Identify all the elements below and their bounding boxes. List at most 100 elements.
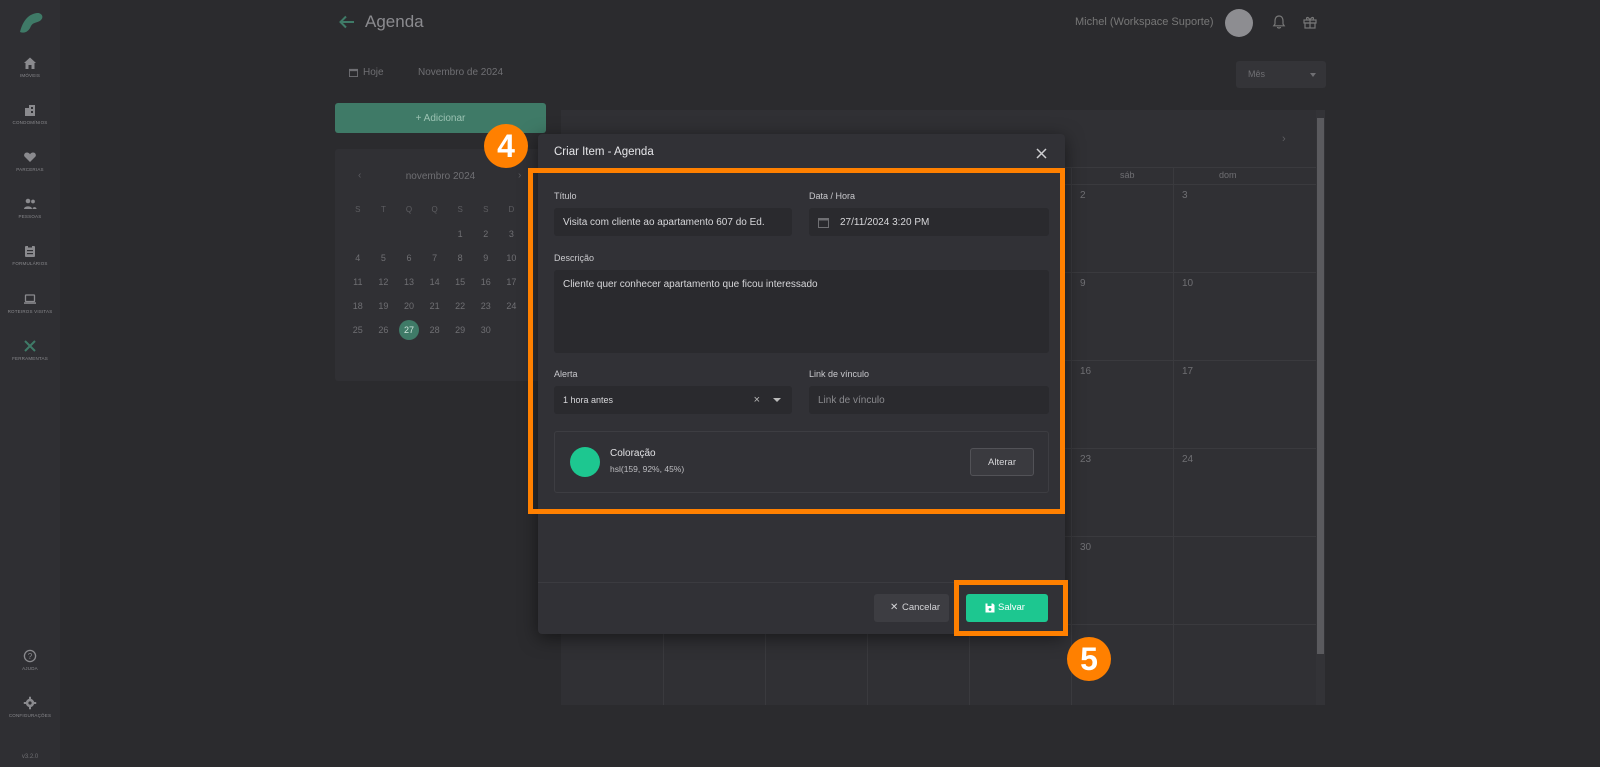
scrollbar[interactable] (1316, 110, 1325, 705)
scrollbar-thumb[interactable] (1317, 118, 1324, 654)
sidebar-item-pessoas[interactable]: Pessoas (0, 197, 60, 219)
mini-calendar-day[interactable]: 15 (447, 273, 473, 297)
mini-calendar-day[interactable]: 16 (473, 273, 499, 297)
mini-calendar-day[interactable]: 10 (499, 249, 525, 273)
mini-calendar-month: novembro 2024 (405, 171, 476, 182)
sidebar: Imóveis Condomínios Parcerias Pessoas Fo… (0, 0, 60, 767)
gear-icon (23, 696, 37, 710)
calendar-day-number[interactable]: 16 (1080, 366, 1091, 377)
highlight-form-area (528, 168, 1065, 514)
sidebar-item-parcerias[interactable]: Parcerias (0, 150, 60, 172)
bell-icon[interactable] (1271, 14, 1287, 30)
svg-text:?: ? (28, 652, 33, 661)
sidebar-item-label: Roteiros Visitas (7, 309, 53, 314)
weekday-header: S (483, 205, 489, 214)
weekday-header: S (457, 205, 463, 214)
mini-calendar-day[interactable]: 9 (473, 249, 499, 273)
page-title: Agenda (365, 12, 424, 31)
calendar-icon (349, 68, 358, 77)
mini-calendar-day[interactable]: 11 (345, 273, 371, 297)
mini-calendar-day[interactable]: 18 (345, 297, 371, 321)
mini-calendar-day[interactable]: 22 (447, 297, 473, 321)
sidebar-item-ajuda[interactable]: ? Ajuda (0, 649, 60, 671)
mini-calendar-empty (371, 225, 397, 249)
mini-calendar-day[interactable]: 24 (499, 297, 525, 321)
mini-calendar-day[interactable]: 12 (371, 273, 397, 297)
form-icon (25, 245, 35, 257)
cancel-label: Cancelar (902, 602, 941, 613)
mini-calendar-empty (499, 321, 525, 345)
mini-calendar-day[interactable]: 29 (447, 321, 473, 345)
step-badge-4: 4 (484, 124, 528, 168)
cancel-button[interactable]: ✕ Cancelar (874, 594, 949, 622)
calendar-day-number[interactable]: 30 (1080, 542, 1091, 553)
sidebar-item-label: Condomínios (12, 120, 48, 125)
chevron-down-icon (1310, 73, 1316, 77)
home-icon (24, 57, 36, 69)
mini-calendar-day[interactable]: 4 (345, 249, 371, 273)
mini-calendar-day[interactable]: 1 (447, 225, 473, 249)
mini-calendar-day[interactable]: 5 (371, 249, 397, 273)
highlight-save-button (954, 580, 1068, 636)
mini-calendar-day[interactable]: 27 (398, 320, 419, 340)
avatar[interactable] (1225, 9, 1253, 37)
sidebar-item-formularios[interactable]: Formulários (0, 244, 60, 266)
chevron-right-icon[interactable]: › (1282, 133, 1286, 145)
mini-calendar-day[interactable]: 14 (422, 273, 448, 297)
step-badge-5: 5 (1067, 637, 1111, 681)
weekday-header: dom (1219, 170, 1237, 180)
mini-calendar-day[interactable]: 23 (473, 297, 499, 321)
help-icon: ? (23, 649, 37, 663)
calendar-day-number[interactable]: 24 (1182, 454, 1193, 465)
chevron-right-icon[interactable]: › (518, 170, 521, 181)
people-icon (24, 198, 37, 209)
sidebar-item-roteiros[interactable]: Roteiros Visitas (0, 292, 60, 314)
mini-calendar-empty (422, 225, 448, 249)
building-icon (25, 105, 35, 116)
mini-calendar-day[interactable]: 3 (499, 225, 525, 249)
mini-calendar-day[interactable]: 30 (473, 321, 499, 345)
gift-icon[interactable] (1302, 14, 1318, 30)
sidebar-item-imoveis[interactable]: Imóveis (0, 56, 60, 78)
sidebar-item-label: Formulários (12, 261, 48, 266)
mini-calendar-day[interactable]: 28 (422, 321, 448, 345)
handshake-icon (24, 152, 36, 162)
sidebar-item-ferramentas[interactable]: Ferramentas (0, 339, 60, 361)
mini-calendar-day[interactable]: 7 (422, 249, 448, 273)
mini-calendar-day[interactable]: 21 (422, 297, 448, 321)
view-select[interactable]: Mês (1236, 61, 1326, 88)
mini-calendar-day[interactable]: 25 (345, 321, 371, 345)
mini-calendar-empty (345, 225, 371, 249)
weekday-header: Q (405, 205, 413, 214)
weekday-header: S (355, 205, 361, 214)
weekday-header: Q (431, 205, 438, 214)
close-icon: ✕ (890, 602, 899, 613)
weekday-header: T (380, 205, 386, 214)
back-arrow-icon[interactable] (338, 13, 356, 31)
mini-calendar-day[interactable]: 19 (371, 297, 397, 321)
calendar-day-number[interactable]: 3 (1182, 190, 1188, 201)
mini-calendar: ‹ novembro 2024 › S T Q Q S S D 1 2 3 4 5 6 7 8 9 10 11 12… (335, 149, 546, 381)
weekday-header: D (508, 205, 515, 214)
calendar-day-number[interactable]: 17 (1182, 366, 1193, 377)
mini-calendar-day[interactable]: 6 (396, 249, 422, 273)
calendar-day-number[interactable]: 2 (1080, 190, 1086, 201)
sidebar-item-configuracoes[interactable]: Configurações (0, 696, 60, 718)
calendar-day-number[interactable]: 9 (1080, 278, 1086, 289)
sidebar-item-condominios[interactable]: Condomínios (0, 103, 60, 125)
calendar-day-number[interactable]: 10 (1182, 278, 1193, 289)
calendar-day-number[interactable]: 23 (1080, 454, 1091, 465)
mini-calendar-day[interactable]: 8 (447, 249, 473, 273)
sidebar-item-label: Configurações (8, 713, 52, 718)
app-logo[interactable] (17, 10, 45, 36)
mini-calendar-day[interactable]: 2 (473, 225, 499, 249)
user-name[interactable]: Michel (Workspace Suporte) (1075, 16, 1214, 28)
close-icon[interactable] (1035, 147, 1048, 160)
mini-calendar-day[interactable]: 26 (371, 321, 397, 345)
today-button[interactable]: Hoje (349, 67, 384, 78)
sidebar-item-label: Parcerias (16, 167, 44, 172)
mini-calendar-day[interactable]: 13 (396, 273, 422, 297)
mini-calendar-day[interactable]: 20 (396, 297, 422, 321)
sidebar-item-label: Ajuda (22, 666, 38, 671)
mini-calendar-day[interactable]: 17 (499, 273, 525, 297)
